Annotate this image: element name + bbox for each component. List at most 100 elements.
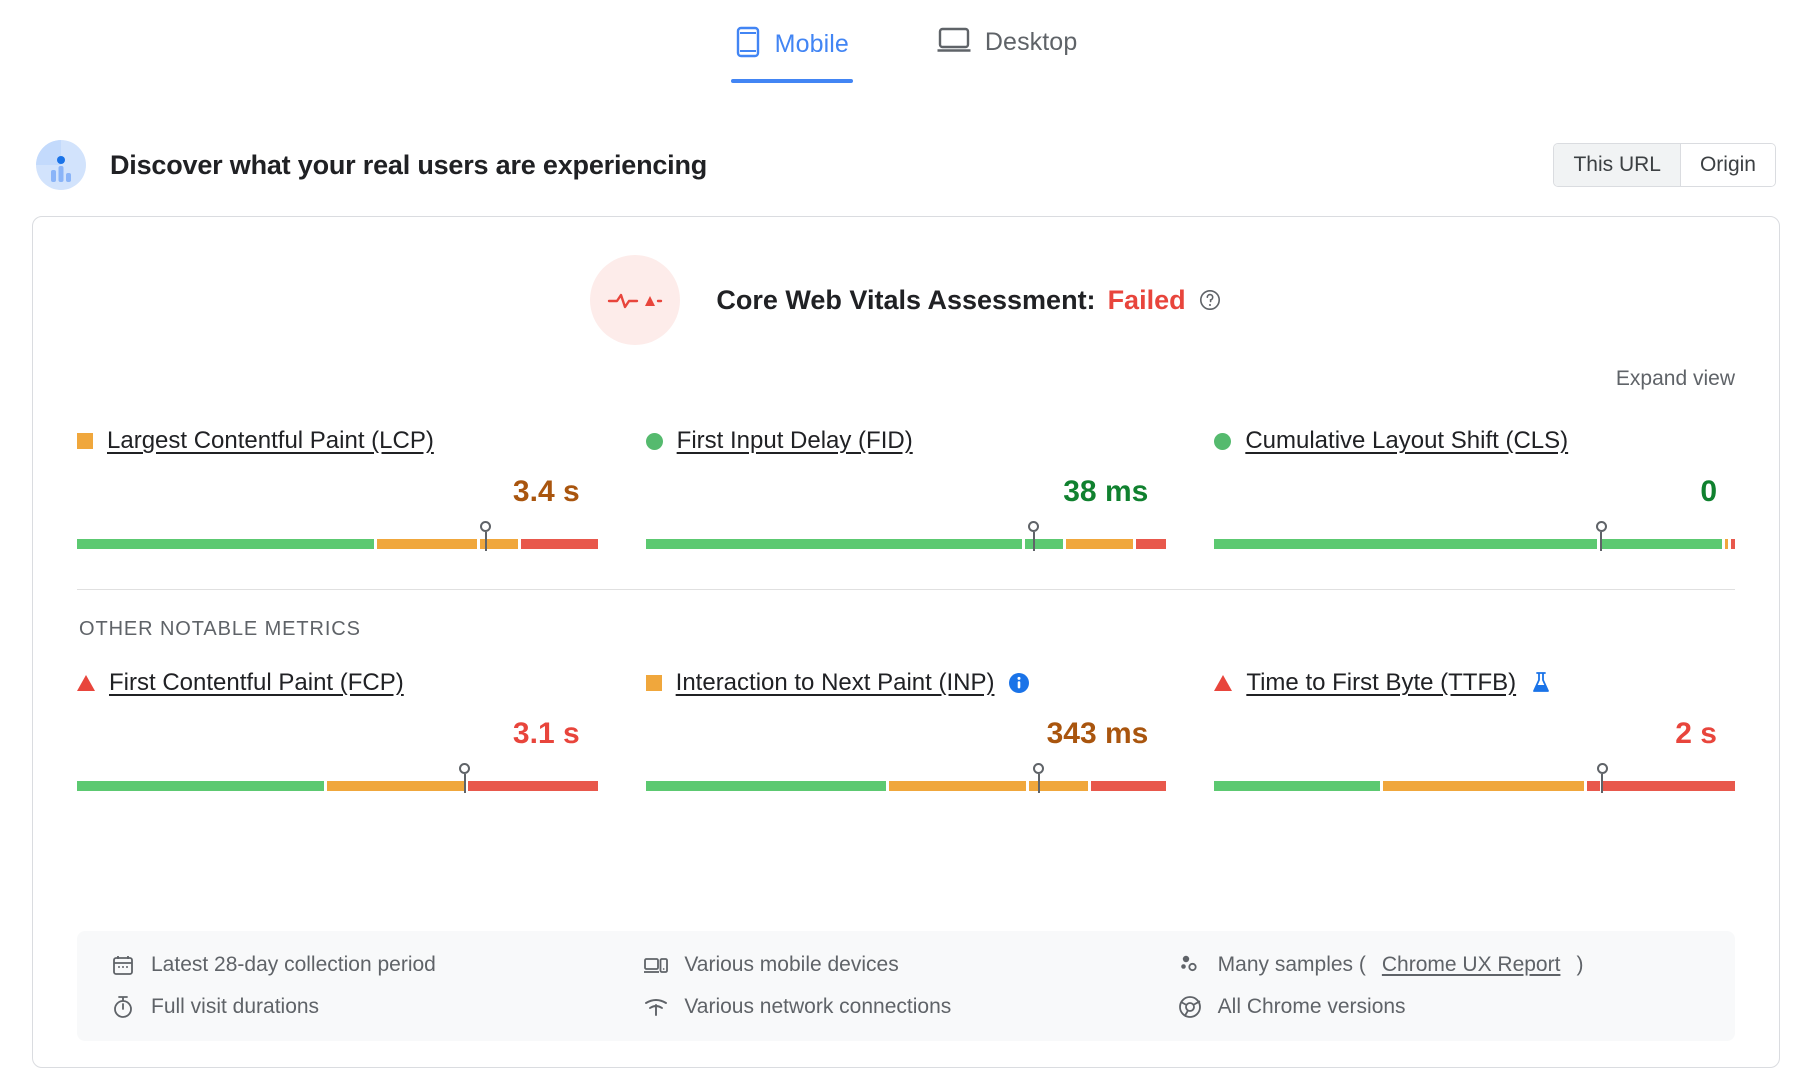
core-web-vitals-metrics: Largest Contentful Paint (LCP) 3.4 s Fir… (33, 391, 1779, 555)
status-badge: Failed (1107, 284, 1186, 315)
mobile-devices-icon (644, 953, 669, 977)
failing-pulse-icon (590, 255, 681, 345)
metric-name-link[interactable]: First Contentful Paint (FCP) (109, 669, 404, 697)
status-dot-icon (645, 432, 663, 450)
distribution-segments (645, 539, 1167, 549)
marker-stem (1601, 774, 1604, 793)
metric-distribution-bar (645, 521, 1167, 555)
bar-segment-needs-improvement (889, 781, 1026, 791)
assessment-title-prefix: Core Web Vitals Assessment: (716, 284, 1096, 315)
percentile-marker (1032, 763, 1046, 793)
bar-segment-poor (1091, 781, 1167, 791)
pagespeed-field-data-panel: Mobile Desktop Discover what your real u… (0, 0, 1812, 1082)
marker-head (459, 763, 471, 774)
footer-item-text: Latest 28-day collection period (151, 953, 436, 976)
bar-segment-good (1214, 781, 1380, 791)
scope-this-url-button[interactable]: This URL (1554, 144, 1681, 186)
bar-segment-needs-improvement (1066, 539, 1133, 549)
distribution-segments (1214, 781, 1735, 791)
bar-segment-good (645, 539, 1022, 549)
footer-text-after: ) (1576, 953, 1584, 976)
bar-segment-poor (1731, 539, 1735, 549)
stopwatch-icon (111, 995, 135, 1019)
percentile-marker (1595, 763, 1609, 793)
laptop-icon (937, 26, 971, 59)
other-notable-metrics: First Contentful Paint (FCP) 3.1 s Inter… (33, 641, 1779, 797)
metric-fid: First Input Delay (FID) 38 ms (645, 409, 1167, 555)
status-square-icon (645, 675, 662, 691)
bar-segment-good (77, 539, 374, 549)
url-scope-toggle: This URL Origin (1553, 143, 1776, 187)
scope-origin-button[interactable]: Origin (1680, 144, 1775, 186)
expand-view-button[interactable]: Expand view (1616, 367, 1735, 391)
marker-head (1033, 763, 1045, 774)
distribution-segments (645, 781, 1167, 791)
metric-name-link[interactable]: First Input Delay (FID) (677, 427, 913, 455)
marker-head (1028, 521, 1040, 532)
footer-item-text: Many samples ( (1217, 953, 1366, 976)
status-dot-icon (1214, 432, 1232, 450)
footer-item: Full visit durations (111, 995, 644, 1019)
marker-head (1596, 763, 1608, 774)
metric-distribution-bar (645, 763, 1167, 797)
marker-stem (1600, 532, 1603, 551)
bar-segment-good (1214, 539, 1597, 549)
percentile-marker (479, 521, 493, 551)
collection-details-footer: Latest 28-day collection period Various … (77, 931, 1735, 1041)
footer-item: Latest 28-day collection period (111, 953, 644, 977)
percentile-marker (1594, 521, 1608, 551)
bar-segment-poor (520, 539, 598, 549)
real-user-data-icon (36, 140, 86, 190)
network-icon (644, 995, 668, 1019)
bar-segment-poor (1603, 781, 1735, 791)
marker-stem (1032, 532, 1035, 551)
metric-inp: Interaction to Next Paint (INP) 343 ms (645, 651, 1167, 797)
status-triangle-icon (1214, 675, 1233, 691)
tab-mobile[interactable]: Mobile (719, 18, 865, 83)
status-square-icon (77, 433, 93, 449)
marker-head (480, 521, 492, 532)
expand-view-row: Expand view (33, 345, 1779, 391)
bar-segment-good (645, 781, 886, 791)
distribution-segments (77, 539, 598, 549)
percentile-marker (458, 763, 472, 793)
metric-value: 38 ms (1063, 475, 1149, 508)
discover-header: Discover what your real users are experi… (0, 128, 1812, 202)
metric-name-link[interactable]: Interaction to Next Paint (INP) (676, 669, 995, 697)
metric-ttfb: Time to First Byte (TTFB) 2 s (1214, 651, 1735, 797)
bar-segment-good (77, 781, 324, 791)
bar-segment-poor (467, 781, 598, 791)
metric-name-link[interactable]: Cumulative Layout Shift (CLS) (1245, 427, 1568, 455)
tab-active-underline (730, 79, 853, 83)
metric-name-link[interactable]: Time to First Byte (TTFB) (1246, 669, 1516, 697)
metric-cls: Cumulative Layout Shift (CLS) 0 (1214, 409, 1735, 555)
metric-header: Time to First Byte (TTFB) (1214, 663, 1735, 703)
field-data-card: Core Web Vitals Assessment: Failed Expan… (32, 216, 1780, 1068)
calendar-icon (111, 953, 135, 977)
footer-item-text: Full visit durations (151, 995, 320, 1018)
page-title: Discover what your real users are experi… (110, 149, 708, 180)
info-badge-icon[interactable] (1008, 672, 1030, 694)
mobile-phone-icon (735, 26, 761, 63)
metric-fcp: First Contentful Paint (FCP) 3.1 s (77, 651, 598, 797)
bar-segment-needs-improvement (376, 539, 477, 549)
bar-segment-needs-improvement (326, 781, 465, 791)
tab-desktop[interactable]: Desktop (921, 18, 1093, 79)
metric-lcp: Largest Contentful Paint (LCP) 3.4 s (77, 409, 598, 555)
tab-desktop-label: Desktop (984, 28, 1078, 56)
percentile-marker (1027, 521, 1041, 551)
experimental-flask-icon[interactable] (1530, 671, 1552, 695)
metric-distribution-bar (77, 521, 598, 555)
assessment-title: Core Web Vitals Assessment: Failed (716, 285, 1221, 316)
chrome-ux-report-link[interactable]: Chrome UX Report (1382, 953, 1561, 977)
core-web-vitals-header: Core Web Vitals Assessment: Failed (33, 217, 1779, 345)
metric-header: First Contentful Paint (FCP) (77, 663, 598, 703)
footer-item: All Chrome versions (1178, 995, 1711, 1019)
distribution-segments (77, 781, 598, 791)
footer-item: Many samples ( Chrome UX Report) (1178, 953, 1711, 977)
other-metrics-label: OTHER NOTABLE METRICS (79, 618, 361, 640)
metric-name-link[interactable]: Largest Contentful Paint (LCP) (107, 427, 434, 455)
help-circle-icon[interactable] (1198, 288, 1222, 312)
footer-item: Various mobile devices (644, 953, 1177, 977)
form-factor-tabs: Mobile Desktop (0, 0, 1812, 108)
